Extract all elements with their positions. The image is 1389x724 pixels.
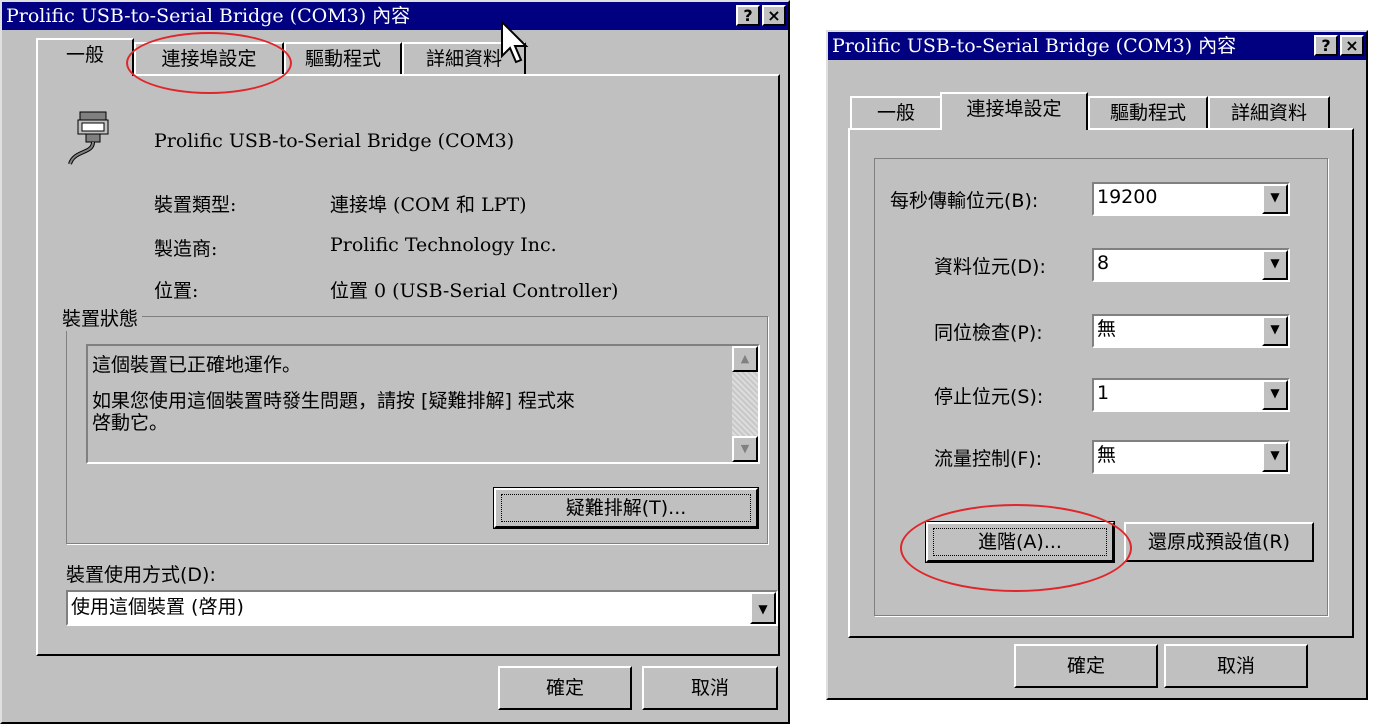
device-type-label: 裝置類型: <box>154 194 237 216</box>
chevron-down-icon[interactable]: ▼ <box>750 592 776 624</box>
parity-select[interactable]: 無 ▼ <box>1092 314 1290 348</box>
stop-bits-select[interactable]: 1 ▼ <box>1092 378 1290 412</box>
device-status-textbox: 這個裝置已正確地運作。 如果您使用這個裝置時發生問題，請按 [疑難排解] 程式來… <box>86 344 760 464</box>
restore-defaults-button[interactable]: 還原成預設值(R) <box>1124 522 1314 562</box>
right-cancel-button[interactable]: 取消 <box>1164 644 1308 688</box>
left-ok-label: 確定 <box>545 677 584 699</box>
manufacturer-label: 製造商: <box>154 238 218 260</box>
left-ok-button[interactable]: 確定 <box>498 666 632 710</box>
mouse-cursor-icon <box>501 20 529 64</box>
left-close-button[interactable]: × <box>762 5 786 26</box>
right-tab-port-settings[interactable]: 連接埠設定 <box>940 92 1088 130</box>
chevron-down-icon[interactable]: ▼ <box>1262 316 1288 346</box>
left-cancel-label: 取消 <box>690 677 729 699</box>
right-window-title: Prolific USB-to-Serial Bridge (COM3) 內容 <box>832 35 1237 57</box>
baud-rate-value: 19200 <box>1097 186 1158 208</box>
serial-port-icon <box>68 111 109 165</box>
device-type-value: 連接埠 (COM 和 LPT) <box>330 194 527 216</box>
data-bits-select[interactable]: 8 ▼ <box>1092 248 1290 282</box>
left-tab-general[interactable]: 一般 <box>36 38 134 76</box>
right-title-bar[interactable]: Prolific USB-to-Serial Bridge (COM3) 內容 … <box>828 32 1366 60</box>
left-cancel-button[interactable]: 取消 <box>642 666 778 710</box>
device-usage-select[interactable]: 使用這個裝置 (啓用) ▼ <box>66 590 778 626</box>
status-scrollbar[interactable]: ▲ ▼ <box>732 346 758 462</box>
right-ok-button[interactable]: 確定 <box>1014 644 1158 688</box>
right-tab-details[interactable]: 詳細資料 <box>1208 96 1330 130</box>
right-ok-label: 確定 <box>1066 655 1105 677</box>
right-tab-general[interactable]: 一般 <box>850 96 942 130</box>
right-close-button[interactable]: × <box>1340 35 1364 56</box>
scroll-down-arrow-icon[interactable]: ▼ <box>732 436 758 462</box>
scroll-up-arrow-icon[interactable]: ▲ <box>732 346 758 372</box>
baud-rate-label: 每秒傳輸位元(B): <box>890 190 1039 212</box>
advanced-focus-rect <box>933 528 1107 556</box>
stop-bits-label: 停止位元(S): <box>934 386 1044 408</box>
device-usage-label: 裝置使用方式(D): <box>66 564 216 586</box>
flow-control-label: 流量控制(F): <box>934 448 1043 470</box>
chevron-down-icon[interactable]: ▼ <box>1262 184 1288 214</box>
left-tab-driver[interactable]: 驅動程式 <box>284 42 402 76</box>
left-help-button[interactable]: ? <box>736 5 760 26</box>
location-label: 位置: <box>154 280 199 302</box>
parity-value: 無 <box>1097 318 1117 340</box>
manufacturer-value: Prolific Technology Inc. <box>330 234 557 256</box>
left-tab-panel: Prolific USB-to-Serial Bridge (COM3) 裝置類… <box>36 74 780 656</box>
left-window-title: Prolific USB-to-Serial Bridge (COM3) 內容 <box>6 5 411 27</box>
device-status-group-label: 裝置狀態 <box>58 304 143 331</box>
left-title-bar[interactable]: Prolific USB-to-Serial Bridge (COM3) 內容 … <box>2 2 788 30</box>
restore-defaults-label: 還原成預設值(R) <box>1147 531 1291 553</box>
device-usage-value: 使用這個裝置 (啓用) <box>71 596 244 618</box>
left-properties-dialog: Prolific USB-to-Serial Bridge (COM3) 內容 … <box>0 0 790 724</box>
right-help-button[interactable]: ? <box>1314 35 1338 56</box>
baud-rate-select[interactable]: 19200 ▼ <box>1092 182 1290 216</box>
troubleshoot-focus-rect <box>501 494 751 522</box>
chevron-down-icon[interactable]: ▼ <box>1262 442 1288 472</box>
data-bits-value: 8 <box>1097 252 1110 274</box>
data-bits-label: 資料位元(D): <box>934 256 1046 278</box>
left-tab-port-settings[interactable]: 連接埠設定 <box>134 42 284 76</box>
advanced-button[interactable]: 進階(A)... <box>925 521 1115 563</box>
troubleshoot-button[interactable]: 疑難排解(T)... <box>493 487 759 529</box>
status-line-3: 啓動它。 <box>92 412 169 434</box>
right-cancel-label: 取消 <box>1216 655 1255 677</box>
parity-label: 同位檢查(P): <box>934 322 1043 344</box>
flow-control-value: 無 <box>1097 444 1117 466</box>
right-tab-driver[interactable]: 驅動程式 <box>1088 96 1208 130</box>
location-value: 位置 0 (USB-Serial Controller) <box>330 280 619 302</box>
chevron-down-icon[interactable]: ▼ <box>1262 380 1288 410</box>
device-name: Prolific USB-to-Serial Bridge (COM3) <box>154 130 515 152</box>
right-tab-panel: 每秒傳輸位元(B): 19200 ▼ 資料位元(D): 8 ▼ 同位檢查(P):… <box>848 128 1354 638</box>
stop-bits-value: 1 <box>1097 382 1110 404</box>
status-line-1: 這個裝置已正確地運作。 <box>92 354 302 376</box>
flow-control-select[interactable]: 無 ▼ <box>1092 440 1290 474</box>
chevron-down-icon[interactable]: ▼ <box>1262 250 1288 280</box>
right-properties-dialog: Prolific USB-to-Serial Bridge (COM3) 內容 … <box>826 30 1368 700</box>
